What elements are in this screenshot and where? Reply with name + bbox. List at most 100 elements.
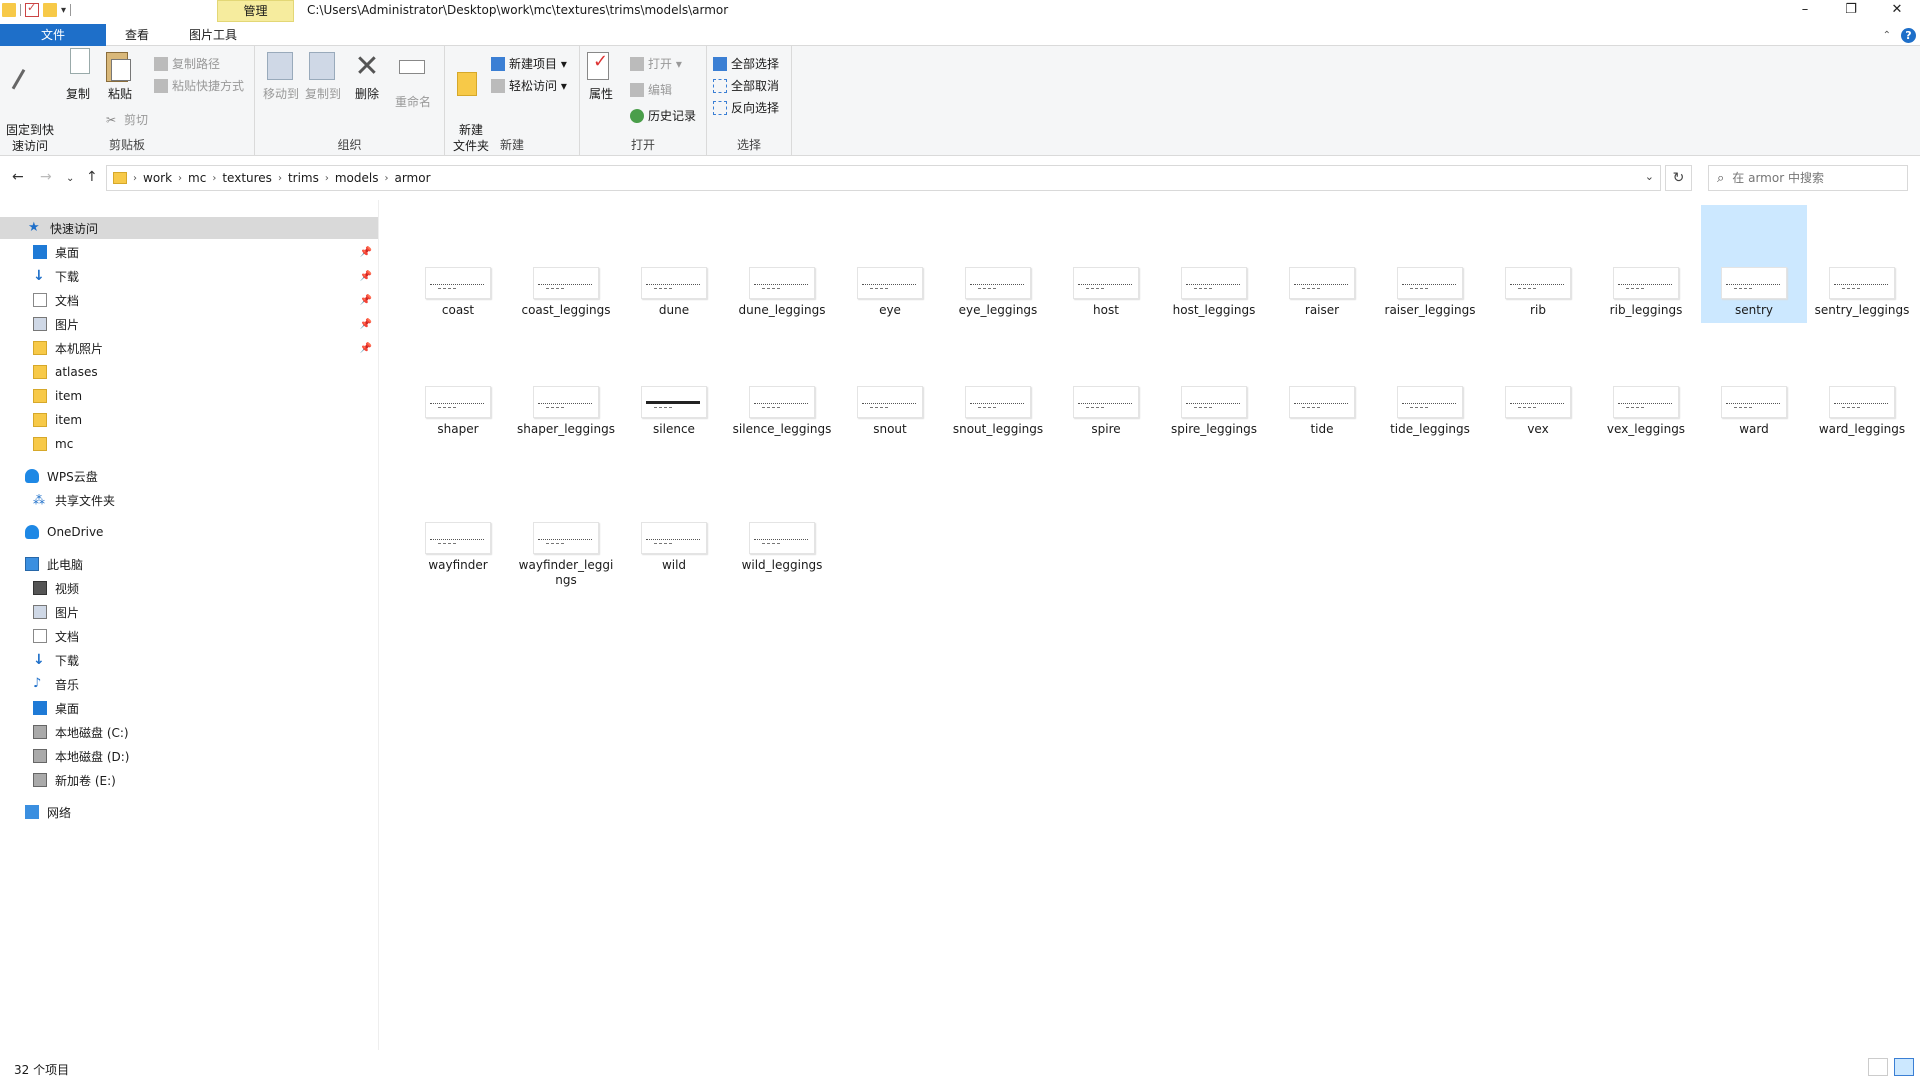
select-none-button[interactable]: 全部取消 (713, 76, 779, 96)
file-item[interactable]: host (1053, 205, 1159, 318)
file-item[interactable]: raiser_leggings (1377, 205, 1483, 318)
pin-icon[interactable]: 📌 (360, 247, 372, 258)
sidebar-item-documents[interactable]: 文档 📌 (0, 289, 378, 311)
close-button[interactable]: ✕ (1874, 0, 1920, 22)
recent-locations-icon[interactable]: ⌄ (66, 173, 74, 184)
breadcrumb-trims[interactable]: trims (288, 171, 319, 185)
customize-toolbar-icon[interactable]: ▾ (61, 5, 66, 16)
file-item[interactable]: sentry (1701, 205, 1807, 323)
file-item[interactable]: dune (621, 205, 727, 318)
paste-button[interactable]: 粘贴 (104, 52, 136, 102)
invert-selection-button[interactable]: 反向选择 (713, 98, 779, 118)
chevron-down-icon[interactable]: ⌄ (1645, 170, 1654, 183)
search-box[interactable]: ⌕ (1708, 165, 1908, 191)
breadcrumb-mc[interactable]: mc (188, 171, 206, 185)
move-to-button[interactable]: 移动到 (261, 52, 301, 102)
sidebar-item-pc-documents[interactable]: 文档 (0, 625, 378, 647)
file-item[interactable]: silence_leggings (729, 324, 835, 437)
sidebar-item-item[interactable]: item (0, 385, 378, 407)
sidebar-item-shared-folder[interactable]: ⁂ 共享文件夹 (0, 489, 378, 511)
breadcrumb-work[interactable]: work (143, 171, 172, 185)
file-item[interactable]: spire (1053, 324, 1159, 437)
file-item[interactable]: shaper (405, 324, 511, 437)
tab-picture-tools[interactable]: 图片工具 (174, 24, 252, 46)
delete-button[interactable]: ✕ 删除 (351, 52, 383, 102)
file-item[interactable]: tide (1269, 324, 1375, 437)
file-item[interactable]: coast_leggings (513, 205, 619, 318)
file-item[interactable]: wild (621, 460, 727, 573)
file-item[interactable]: shaper_leggings (513, 324, 619, 437)
file-item[interactable]: eye_leggings (945, 205, 1051, 318)
sidebar-item-quick-access[interactable]: ★ 快速访问 (0, 217, 378, 239)
help-icon[interactable]: ? (1901, 28, 1916, 43)
collapse-ribbon-icon[interactable]: ⌃ (1883, 30, 1891, 41)
file-item[interactable]: snout (837, 324, 943, 437)
search-input[interactable] (1732, 171, 1893, 185)
tab-file[interactable]: 文件 (0, 24, 106, 46)
file-item[interactable]: snout_leggings (945, 324, 1051, 437)
address-bar[interactable]: › work › mc › textures › trims › models … (106, 165, 1661, 191)
select-all-button[interactable]: 全部选择 (713, 54, 779, 74)
new-folder-icon[interactable] (43, 3, 57, 17)
refresh-button[interactable]: ↻ (1665, 165, 1692, 191)
file-item[interactable]: rib (1485, 205, 1591, 318)
properties-button[interactable]: 属性 (586, 52, 616, 102)
tab-view[interactable]: 查看 (110, 24, 164, 46)
open-button[interactable]: 打开 ▾ (630, 54, 682, 74)
file-item[interactable]: dune_leggings (729, 205, 835, 318)
chevron-right-icon[interactable]: › (212, 173, 216, 184)
copy-path-button[interactable]: 复制路径 (154, 54, 220, 74)
sidebar-item-drive-d[interactable]: 本地磁盘 (D:) (0, 745, 378, 767)
forward-arrow-icon[interactable]: → (40, 169, 52, 185)
sidebar-item-pc-desktop[interactable]: 桌面 (0, 697, 378, 719)
pin-icon[interactable]: 📌 (360, 271, 372, 282)
file-item[interactable]: sentry_leggings (1809, 205, 1915, 318)
maximize-button[interactable]: ❐ (1828, 0, 1874, 22)
breadcrumb-textures[interactable]: textures (222, 171, 272, 185)
sidebar-item-desktop[interactable]: 桌面 📌 (0, 241, 378, 263)
pin-icon[interactable]: 📌 (360, 295, 372, 306)
sidebar-item-mc[interactable]: mc (0, 433, 378, 455)
chevron-right-icon[interactable]: › (133, 173, 137, 184)
paste-shortcut-button[interactable]: 粘贴快捷方式 (154, 76, 244, 96)
edit-button[interactable]: 编辑 (630, 80, 672, 100)
file-item[interactable]: coast (405, 205, 511, 318)
manage-contextual-tab[interactable]: 管理 (217, 0, 294, 22)
pin-icon[interactable]: 📌 (360, 343, 372, 354)
chevron-right-icon[interactable]: › (178, 173, 182, 184)
file-item[interactable]: wayfinder (405, 460, 511, 573)
file-item[interactable]: eye (837, 205, 943, 318)
sidebar-item-wps-cloud[interactable]: WPS云盘 (0, 465, 378, 487)
file-item[interactable]: raiser (1269, 205, 1375, 318)
sidebar-item-pc-pictures[interactable]: 图片 (0, 601, 378, 623)
sidebar-item-drive-e[interactable]: 新加卷 (E:) (0, 769, 378, 791)
sidebar-item-onedrive[interactable]: OneDrive (0, 521, 378, 543)
file-item[interactable]: wayfinder_leggings (513, 460, 619, 588)
copy-to-button[interactable]: 复制到 (303, 52, 343, 102)
sidebar-item-atlases[interactable]: atlases (0, 361, 378, 383)
file-item[interactable]: ward (1701, 324, 1807, 437)
sidebar-item-videos[interactable]: 视频 (0, 577, 378, 599)
details-view-button[interactable] (1868, 1058, 1888, 1076)
sidebar-item-pc-downloads[interactable]: ↓ 下载 (0, 649, 378, 671)
sidebar-item-network[interactable]: 网络 (0, 801, 378, 823)
easy-access-button[interactable]: 轻松访问 ▾ (491, 76, 567, 96)
sidebar-item-this-pc[interactable]: 此电脑 (0, 553, 378, 575)
file-item[interactable]: wild_leggings (729, 460, 835, 573)
pin-icon[interactable]: 📌 (360, 319, 372, 330)
history-button[interactable]: 历史记录 (630, 106, 696, 126)
back-arrow-icon[interactable]: ← (12, 169, 24, 185)
file-item[interactable]: vex_leggings (1593, 324, 1699, 437)
sidebar-item-music[interactable]: ♪ 音乐 (0, 673, 378, 695)
properties-icon[interactable] (25, 1, 39, 17)
new-item-button[interactable]: 新建项目 ▾ (491, 54, 567, 74)
up-arrow-icon[interactable]: ↑ (86, 169, 98, 185)
file-item[interactable]: rib_leggings (1593, 205, 1699, 318)
large-icons-view-button[interactable] (1894, 1058, 1914, 1076)
chevron-right-icon[interactable]: › (325, 173, 329, 184)
copy-button[interactable]: 复制 (62, 48, 94, 102)
chevron-right-icon[interactable]: › (384, 173, 388, 184)
sidebar-item-downloads[interactable]: ↓ 下载 📌 (0, 265, 378, 287)
sidebar-item-local-photos[interactable]: 本机照片 📌 (0, 337, 378, 359)
breadcrumb-armor[interactable]: armor (394, 171, 430, 185)
